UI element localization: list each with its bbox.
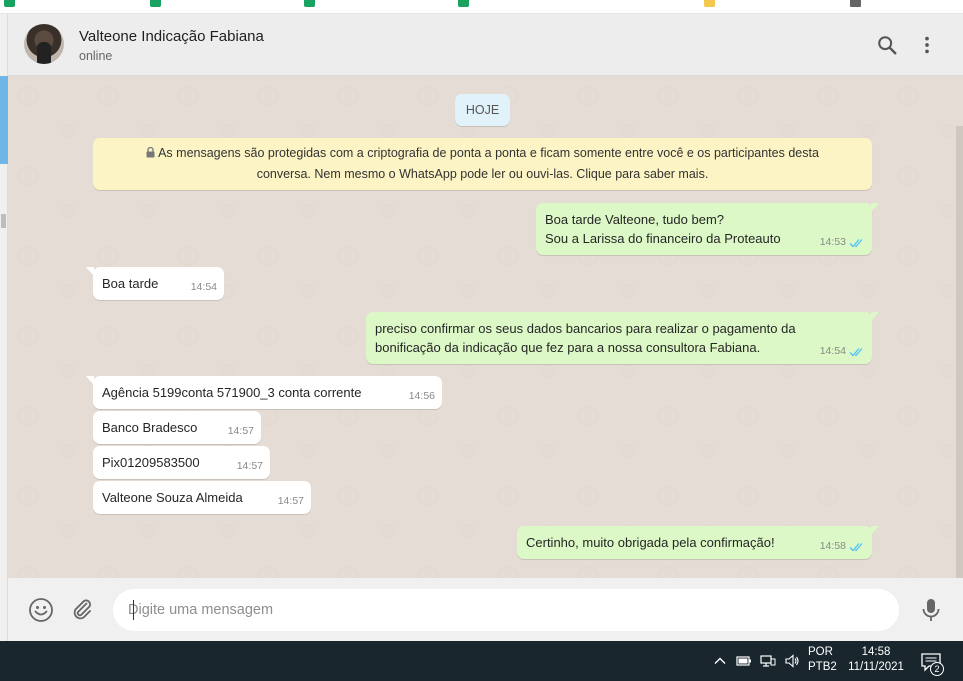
left-panel-mark bbox=[1, 214, 6, 228]
message-text: Banco Bradesco bbox=[102, 420, 198, 435]
day-label: HOJE bbox=[455, 94, 510, 126]
encryption-notice-line2: conversa. Nem mesmo o WhatsApp pode ler … bbox=[256, 167, 709, 181]
sheets-icon bbox=[4, 0, 15, 7]
message-outgoing[interactable]: preciso confirmar os seus dados bancario… bbox=[366, 312, 879, 364]
message-incoming[interactable]: Valteone Souza Almeida 14:57 bbox=[93, 481, 311, 514]
message-text: Certinho, muito obrigada pela confirmaçã… bbox=[526, 535, 775, 550]
bubble-tail bbox=[871, 312, 879, 321]
message-input[interactable] bbox=[113, 589, 899, 631]
message-text: preciso confirmar os seus dados bancario… bbox=[375, 321, 796, 336]
message-text: Sou a Larissa do financeiro da Proteauto bbox=[545, 231, 781, 246]
clock-date: 11/11/2021 bbox=[848, 661, 904, 673]
sheets-icon bbox=[458, 0, 469, 7]
message-time: 14:58 bbox=[819, 540, 846, 552]
text-caret bbox=[133, 600, 134, 620]
message-text: Boa tarde bbox=[102, 276, 159, 291]
avatar[interactable] bbox=[24, 24, 64, 64]
message-text: Pix01209583500 bbox=[102, 455, 200, 470]
chevron-up-icon[interactable] bbox=[712, 653, 728, 669]
message-text: Valteone Souza Almeida bbox=[102, 490, 243, 505]
message-time: 14:53 bbox=[819, 236, 846, 248]
double-check-icon bbox=[849, 347, 863, 356]
left-panel-edge bbox=[0, 14, 8, 641]
double-check-icon bbox=[849, 542, 863, 551]
message-time: 14:54 bbox=[190, 281, 217, 293]
message-list[interactable]: HOJE As mensagens são protegidas com a c… bbox=[8, 76, 963, 578]
reading-list-icon bbox=[850, 0, 861, 7]
message-time: 14:54 bbox=[819, 345, 846, 357]
bubble-tail bbox=[86, 376, 94, 385]
chat-header[interactable]: Valteone Indicação Fabiana online bbox=[8, 14, 963, 76]
contact-status: online bbox=[79, 49, 113, 63]
encryption-notice-line1: As mensagens são protegidas com a cripto… bbox=[158, 146, 819, 160]
message-text: Boa tarde Valteone, tudo bem? bbox=[545, 212, 724, 227]
keyboard-layout: PTB2 bbox=[808, 661, 837, 673]
bookmark-folder[interactable] bbox=[704, 0, 715, 8]
bookmark-item[interactable] bbox=[150, 0, 161, 8]
sheets-icon bbox=[304, 0, 315, 7]
left-panel-highlight bbox=[0, 76, 8, 164]
message-incoming[interactable]: Boa tarde 14:54 bbox=[86, 267, 224, 300]
double-check-icon bbox=[849, 238, 863, 247]
bubble-tail bbox=[86, 267, 94, 276]
lock-icon bbox=[146, 147, 155, 158]
system-clock[interactable]: 14:58 11/11/2021 bbox=[846, 645, 906, 675]
bookmarks-bar bbox=[0, 0, 963, 14]
bubble-tail bbox=[871, 203, 879, 212]
encryption-notice[interactable]: As mensagens são protegidas com a cripto… bbox=[93, 138, 872, 190]
language-code: POR bbox=[808, 646, 833, 658]
emoji-icon[interactable] bbox=[28, 597, 54, 623]
bookmark-item[interactable] bbox=[304, 0, 315, 8]
message-time: 14:56 bbox=[408, 390, 435, 402]
input-language[interactable]: POR PTB2 bbox=[808, 645, 837, 675]
message-text: bonificação da indicação que fez para a … bbox=[375, 340, 761, 355]
contact-name[interactable]: Valteone Indicação Fabiana bbox=[79, 28, 264, 45]
scrollbar[interactable] bbox=[956, 126, 963, 578]
message-time: 14:57 bbox=[277, 495, 304, 507]
microphone-icon[interactable] bbox=[920, 597, 942, 623]
message-incoming[interactable]: Agência 5199conta 571900_3 conta corrent… bbox=[86, 376, 442, 409]
menu-dots-icon[interactable] bbox=[916, 34, 938, 56]
message-incoming[interactable]: Banco Bradesco 14:57 bbox=[93, 411, 261, 444]
message-time: 14:57 bbox=[236, 460, 263, 472]
notification-badge: 2 bbox=[930, 662, 944, 676]
message-text: Agência 5199conta 571900_3 conta corrent… bbox=[102, 385, 362, 400]
bookmark-item[interactable] bbox=[458, 0, 469, 8]
search-icon[interactable] bbox=[876, 34, 898, 56]
attach-clip-icon[interactable] bbox=[70, 597, 94, 621]
message-outgoing[interactable]: Certinho, muito obrigada pela confirmaçã… bbox=[517, 526, 879, 559]
taskbar: POR PTB2 14:58 11/11/2021 2 bbox=[0, 641, 963, 681]
message-time: 14:57 bbox=[227, 425, 254, 437]
message-outgoing[interactable]: Boa tarde Valteone, tudo bem? Sou a Lari… bbox=[536, 203, 879, 255]
battery-icon[interactable] bbox=[736, 653, 752, 669]
folder-icon bbox=[704, 0, 715, 7]
composer bbox=[8, 578, 963, 641]
bookmark-item[interactable] bbox=[4, 0, 15, 8]
reading-list[interactable] bbox=[850, 0, 861, 8]
message-incoming[interactable]: Pix01209583500 14:57 bbox=[93, 446, 270, 479]
network-icon[interactable] bbox=[760, 653, 776, 669]
volume-icon[interactable] bbox=[784, 653, 800, 669]
clock-time: 14:58 bbox=[861, 646, 891, 658]
sheets-icon bbox=[150, 0, 161, 7]
bubble-tail bbox=[871, 526, 879, 535]
